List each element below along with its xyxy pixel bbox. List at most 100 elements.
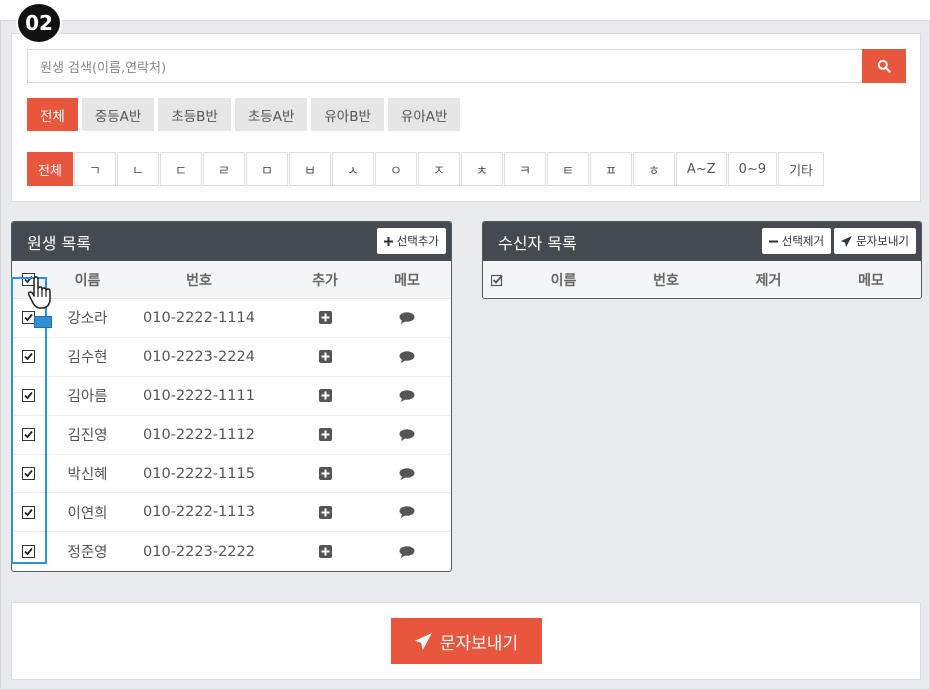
row-checkbox[interactable] bbox=[22, 389, 35, 403]
check-square-icon[interactable] bbox=[490, 274, 504, 287]
search-button[interactable] bbox=[862, 49, 906, 83]
col-phone: 번호 bbox=[186, 272, 212, 289]
recipient-col-phone: 번호 bbox=[653, 273, 679, 289]
initial-tab[interactable]: ㄷ bbox=[159, 152, 202, 186]
initial-tab[interactable]: ㅊ bbox=[460, 152, 503, 186]
paper-plane-icon bbox=[414, 632, 432, 650]
comment-icon[interactable] bbox=[399, 389, 415, 402]
add-square-icon[interactable] bbox=[318, 505, 332, 519]
initial-tab[interactable]: 0~9 bbox=[727, 152, 778, 186]
recipient-col-name: 이름 bbox=[550, 273, 577, 289]
add-square-icon[interactable] bbox=[318, 467, 332, 480]
minus-icon bbox=[768, 240, 778, 242]
hand-pointer-icon bbox=[27, 276, 51, 309]
add-selected-button[interactable]: 선택추가 bbox=[376, 228, 446, 254]
remove-selected-button[interactable]: 선택제거 bbox=[761, 228, 832, 254]
col-memo: 메모 bbox=[394, 272, 420, 289]
student-phone: 010-2222-1112 bbox=[143, 426, 255, 443]
plus-icon bbox=[383, 236, 393, 246]
add-square-icon[interactable] bbox=[318, 545, 332, 559]
row-checkbox[interactable] bbox=[22, 467, 35, 480]
initial-tab[interactable]: ㅎ bbox=[632, 152, 675, 186]
recipient-col-memo: 메모 bbox=[858, 273, 884, 289]
recipient-list-header: 수신자 목록 선택제거 문자보내기 bbox=[483, 222, 921, 261]
initial-tab[interactable]: ㅂ bbox=[288, 152, 331, 186]
initial-tab[interactable]: ㅇ bbox=[374, 152, 417, 186]
row-checkbox[interactable] bbox=[22, 428, 35, 442]
add-square-icon[interactable] bbox=[318, 311, 332, 325]
add-square-icon[interactable] bbox=[318, 389, 332, 403]
student-name: 김수현 bbox=[67, 350, 108, 367]
table-row: 박신혜 010-2222-1115 bbox=[12, 455, 451, 494]
add-square-icon[interactable] bbox=[318, 350, 332, 364]
student-search-input[interactable] bbox=[27, 49, 863, 83]
recipient-list-title: 수신자 목록 bbox=[498, 233, 577, 253]
comment-icon[interactable] bbox=[399, 351, 415, 363]
initial-tab[interactable]: ㅋ bbox=[503, 152, 546, 186]
row-checkbox[interactable] bbox=[22, 350, 35, 364]
remove-selected-label: 선택제거 bbox=[781, 234, 825, 248]
initial-tab[interactable]: ㅈ bbox=[417, 152, 460, 186]
table-row: 김수현 010-2223-2224 bbox=[12, 338, 451, 377]
initial-tab[interactable]: ㅍ bbox=[589, 152, 632, 186]
class-tab[interactable]: 초등A반 bbox=[234, 98, 308, 131]
initial-tab[interactable]: ㅌ bbox=[546, 152, 589, 186]
add-square-icon[interactable] bbox=[318, 428, 332, 442]
initial-tab[interactable]: ㅅ bbox=[331, 152, 374, 186]
class-filter-tabs: 전체 중등A반 초등B반 초등A반 유아B반 유아A반 bbox=[27, 98, 461, 131]
student-name: 정준영 bbox=[67, 545, 108, 562]
initial-tab[interactable]: ㄹ bbox=[202, 152, 245, 186]
table-row: 정준영 010-2223-2222 bbox=[12, 532, 451, 571]
student-list-header: 원생 목록 선택추가 bbox=[12, 222, 451, 261]
comment-icon[interactable] bbox=[399, 545, 415, 558]
student-name: 김진영 bbox=[67, 428, 108, 445]
comment-icon[interactable] bbox=[399, 428, 415, 441]
student-phone: 010-2222-1113 bbox=[143, 504, 255, 521]
initial-tab[interactable]: ㄱ bbox=[73, 152, 116, 186]
col-add: 추가 bbox=[312, 272, 338, 289]
send-sms-button[interactable]: 문자보내기 bbox=[391, 618, 542, 664]
initial-tab[interactable]: ㅁ bbox=[245, 152, 288, 186]
row-checkbox[interactable] bbox=[22, 545, 35, 559]
recipient-table-header: 이름 번호 제거 메모 bbox=[483, 261, 921, 298]
paper-plane-icon bbox=[841, 235, 853, 247]
search-icon bbox=[877, 59, 891, 73]
initial-tab[interactable]: A~Z bbox=[675, 152, 727, 186]
class-tab[interactable]: 중등A반 bbox=[81, 98, 155, 131]
sms-compose-frame: 전체 중등A반 초등B반 초등A반 유아B반 유아A반 전체 ㄱ ㄴ ㄷ ㄹ ㅁ… bbox=[0, 20, 930, 690]
table-row: 강소라 010-2222-1114 bbox=[12, 299, 451, 338]
initial-tab-all[interactable]: 전체 bbox=[27, 152, 73, 186]
header-send-sms-button[interactable]: 문자보내기 bbox=[834, 228, 916, 254]
student-phone: 010-2222-1114 bbox=[143, 309, 255, 326]
class-tab-all[interactable]: 전체 bbox=[27, 98, 78, 131]
class-tab[interactable]: 유아B반 bbox=[311, 98, 384, 131]
recipient-list-panel: 수신자 목록 선택제거 문자보내기 이름 번호 제거 메모 bbox=[482, 221, 922, 299]
initial-tab[interactable]: 기타 bbox=[778, 152, 824, 186]
table-row: 이연희 010-2222-1113 bbox=[12, 493, 451, 533]
table-row: 김아름 010-2222-1111 bbox=[12, 377, 451, 416]
student-list-panel: 원생 목록 선택추가 이름 번호 추가 메모 강소라 010-2222-1114 bbox=[11, 221, 452, 572]
student-name: 강소라 bbox=[67, 311, 108, 328]
comment-icon[interactable] bbox=[399, 467, 415, 480]
student-name: 박신혜 bbox=[67, 467, 108, 483]
col-name: 이름 bbox=[74, 272, 101, 289]
comment-icon[interactable] bbox=[399, 312, 415, 324]
header-send-sms-label: 문자보내기 bbox=[856, 234, 909, 248]
recipient-col-remove: 제거 bbox=[755, 273, 782, 289]
class-tab[interactable]: 유아A반 bbox=[387, 98, 461, 131]
table-row: 김진영 010-2222-1112 bbox=[12, 416, 451, 455]
comment-icon[interactable] bbox=[399, 506, 415, 519]
selection-drag-handle[interactable] bbox=[34, 316, 52, 328]
class-tab[interactable]: 초등B반 bbox=[158, 98, 231, 131]
search-panel: 전체 중등A반 초등B반 초등A반 유아B반 유아A반 전체 ㄱ ㄴ ㄷ ㄹ ㅁ… bbox=[11, 33, 921, 202]
step-label: 02 bbox=[25, 11, 53, 35]
step-badge: 02 bbox=[16, 2, 62, 44]
initial-filter-tabs: 전체 ㄱ ㄴ ㄷ ㄹ ㅁ ㅂ ㅅ ㅇ ㅈ ㅊ ㅋ ㅌ ㅍ ㅎ A~Z 0~9 기… bbox=[27, 152, 824, 186]
student-table-header: 이름 번호 추가 메모 bbox=[12, 261, 451, 299]
row-checkbox[interactable] bbox=[22, 505, 35, 519]
send-action-panel: 문자보내기 bbox=[11, 602, 921, 680]
initial-tab[interactable]: ㄴ bbox=[116, 152, 159, 186]
student-list-title: 원생 목록 bbox=[27, 233, 91, 253]
student-phone: 010-2222-1115 bbox=[143, 465, 255, 482]
student-phone: 010-2222-1111 bbox=[143, 387, 255, 404]
